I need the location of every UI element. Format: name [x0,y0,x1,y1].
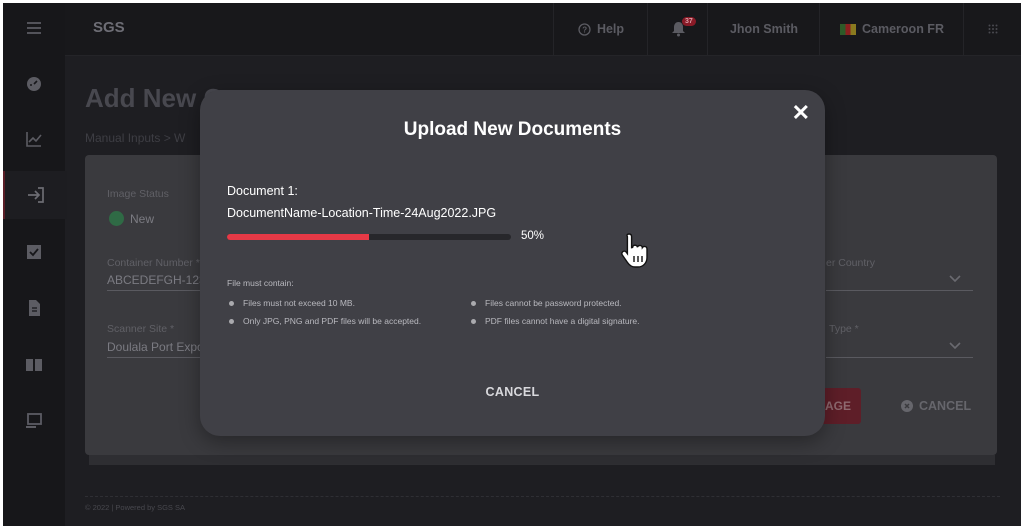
upload-modal: ✕ Upload New Documents Document 1: Docum… [200,90,825,436]
bullet-icon [471,300,476,306]
status-dot [109,211,124,226]
image-status-label: Image Status [107,188,169,200]
container-number-label: Container Number * [107,257,200,269]
document-icon[interactable] [3,284,65,332]
container-number-underline [107,290,202,291]
requirement-text: Only JPG, PNG and PDF files will be acce… [243,316,422,326]
logo: SGS [93,19,125,36]
scanner-site-label: Scanner Site * [107,323,175,335]
container-number-input[interactable]: ABCEDEFGH-123 [107,273,206,287]
top-bar: SGS ? Help 37 Jhon Smith Cameroon FR [65,3,1021,56]
chart-icon[interactable] [3,115,65,163]
page-cancel-button[interactable]: CANCEL [901,399,971,413]
user-name: Jhon Smith [729,22,799,36]
footer: © 2022 | Powered by SGS SA [85,496,1000,512]
upload-progress-fill [227,234,369,240]
help-label: Help [596,22,625,36]
locale-selector[interactable]: Cameroon FR [819,3,964,55]
chevron-down-icon[interactable] [949,274,961,286]
monitor-icon[interactable] [3,397,65,445]
scanner-site-underline [107,357,202,358]
document-label: Document 1: [227,184,298,198]
type-underline [826,357,973,358]
chevron-down-icon[interactable] [949,341,961,353]
requirement-text: Files cannot be password protected. [485,298,622,308]
dashboard-icon[interactable] [3,60,65,108]
bullet-icon [471,318,476,324]
requirement-text: Files must not exceed 10 MB. [243,298,355,308]
checklist-icon[interactable] [3,228,65,276]
modal-cancel-button[interactable]: CANCEL [200,385,825,399]
sidebar [3,3,67,526]
page-cancel-label: CANCEL [919,399,972,413]
card-shadow [89,455,995,465]
user-menu[interactable]: Jhon Smith [707,3,820,55]
requirement-item: Files cannot be password protected. [471,298,622,308]
help-button[interactable]: ? Help [553,3,648,55]
help-icon: ? [578,22,591,36]
bullet-icon [229,318,234,324]
bullet-icon [229,300,234,306]
cancel-circle-icon [901,400,913,412]
modal-title: Upload New Documents [403,119,622,140]
requirement-text: PDF files cannot have a digital signatur… [485,316,640,326]
grid-icon[interactable] [963,3,1021,55]
menu-icon[interactable] [3,3,65,53]
svg-text:?: ? [582,25,587,34]
requirement-item: Files must not exceed 10 MB. [229,298,355,308]
book-icon[interactable] [3,341,65,389]
image-status-value: New [130,212,155,226]
cameroon-flag-icon [840,23,857,35]
type-label: Type * [829,323,859,335]
notifications-button[interactable]: 37 [647,3,708,55]
country-underline [826,290,973,291]
upload-progress-percent: 50% [521,230,545,242]
requirement-item: Only JPG, PNG and PDF files will be acce… [229,316,421,326]
app-window: SGS ? Help 37 Jhon Smith Cameroon FR Add… [3,3,1021,526]
pointer-hand-icon [621,233,648,268]
breadcrumb[interactable]: Manual Inputs > W [85,131,185,145]
document-name: DocumentName-Location-Time-24Aug2022.JPG [227,206,497,220]
scanner-site-select[interactable]: Doulala Port Expo [107,340,204,354]
country-label: er Country [826,257,876,269]
requirement-item: PDF files cannot have a digital signatur… [471,316,640,326]
locale-label: Cameroon FR [862,22,944,36]
upload-progress-bar [227,234,511,240]
login-icon[interactable] [3,171,67,219]
requirements-title: File must contain: [227,278,294,288]
notification-badge: 37 [682,17,696,26]
